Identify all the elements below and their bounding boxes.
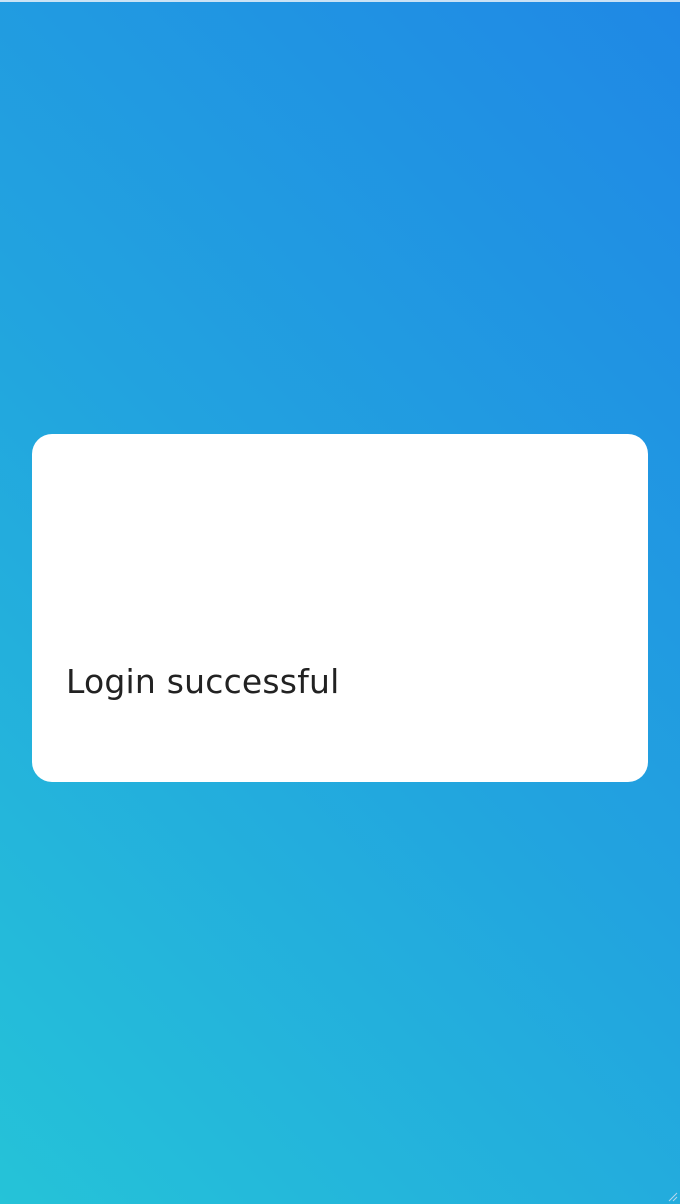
status-message: Login successful bbox=[66, 662, 340, 701]
top-edge-line bbox=[0, 0, 680, 2]
resize-grip-icon[interactable] bbox=[666, 1190, 678, 1202]
status-card: Login successful bbox=[32, 434, 648, 782]
